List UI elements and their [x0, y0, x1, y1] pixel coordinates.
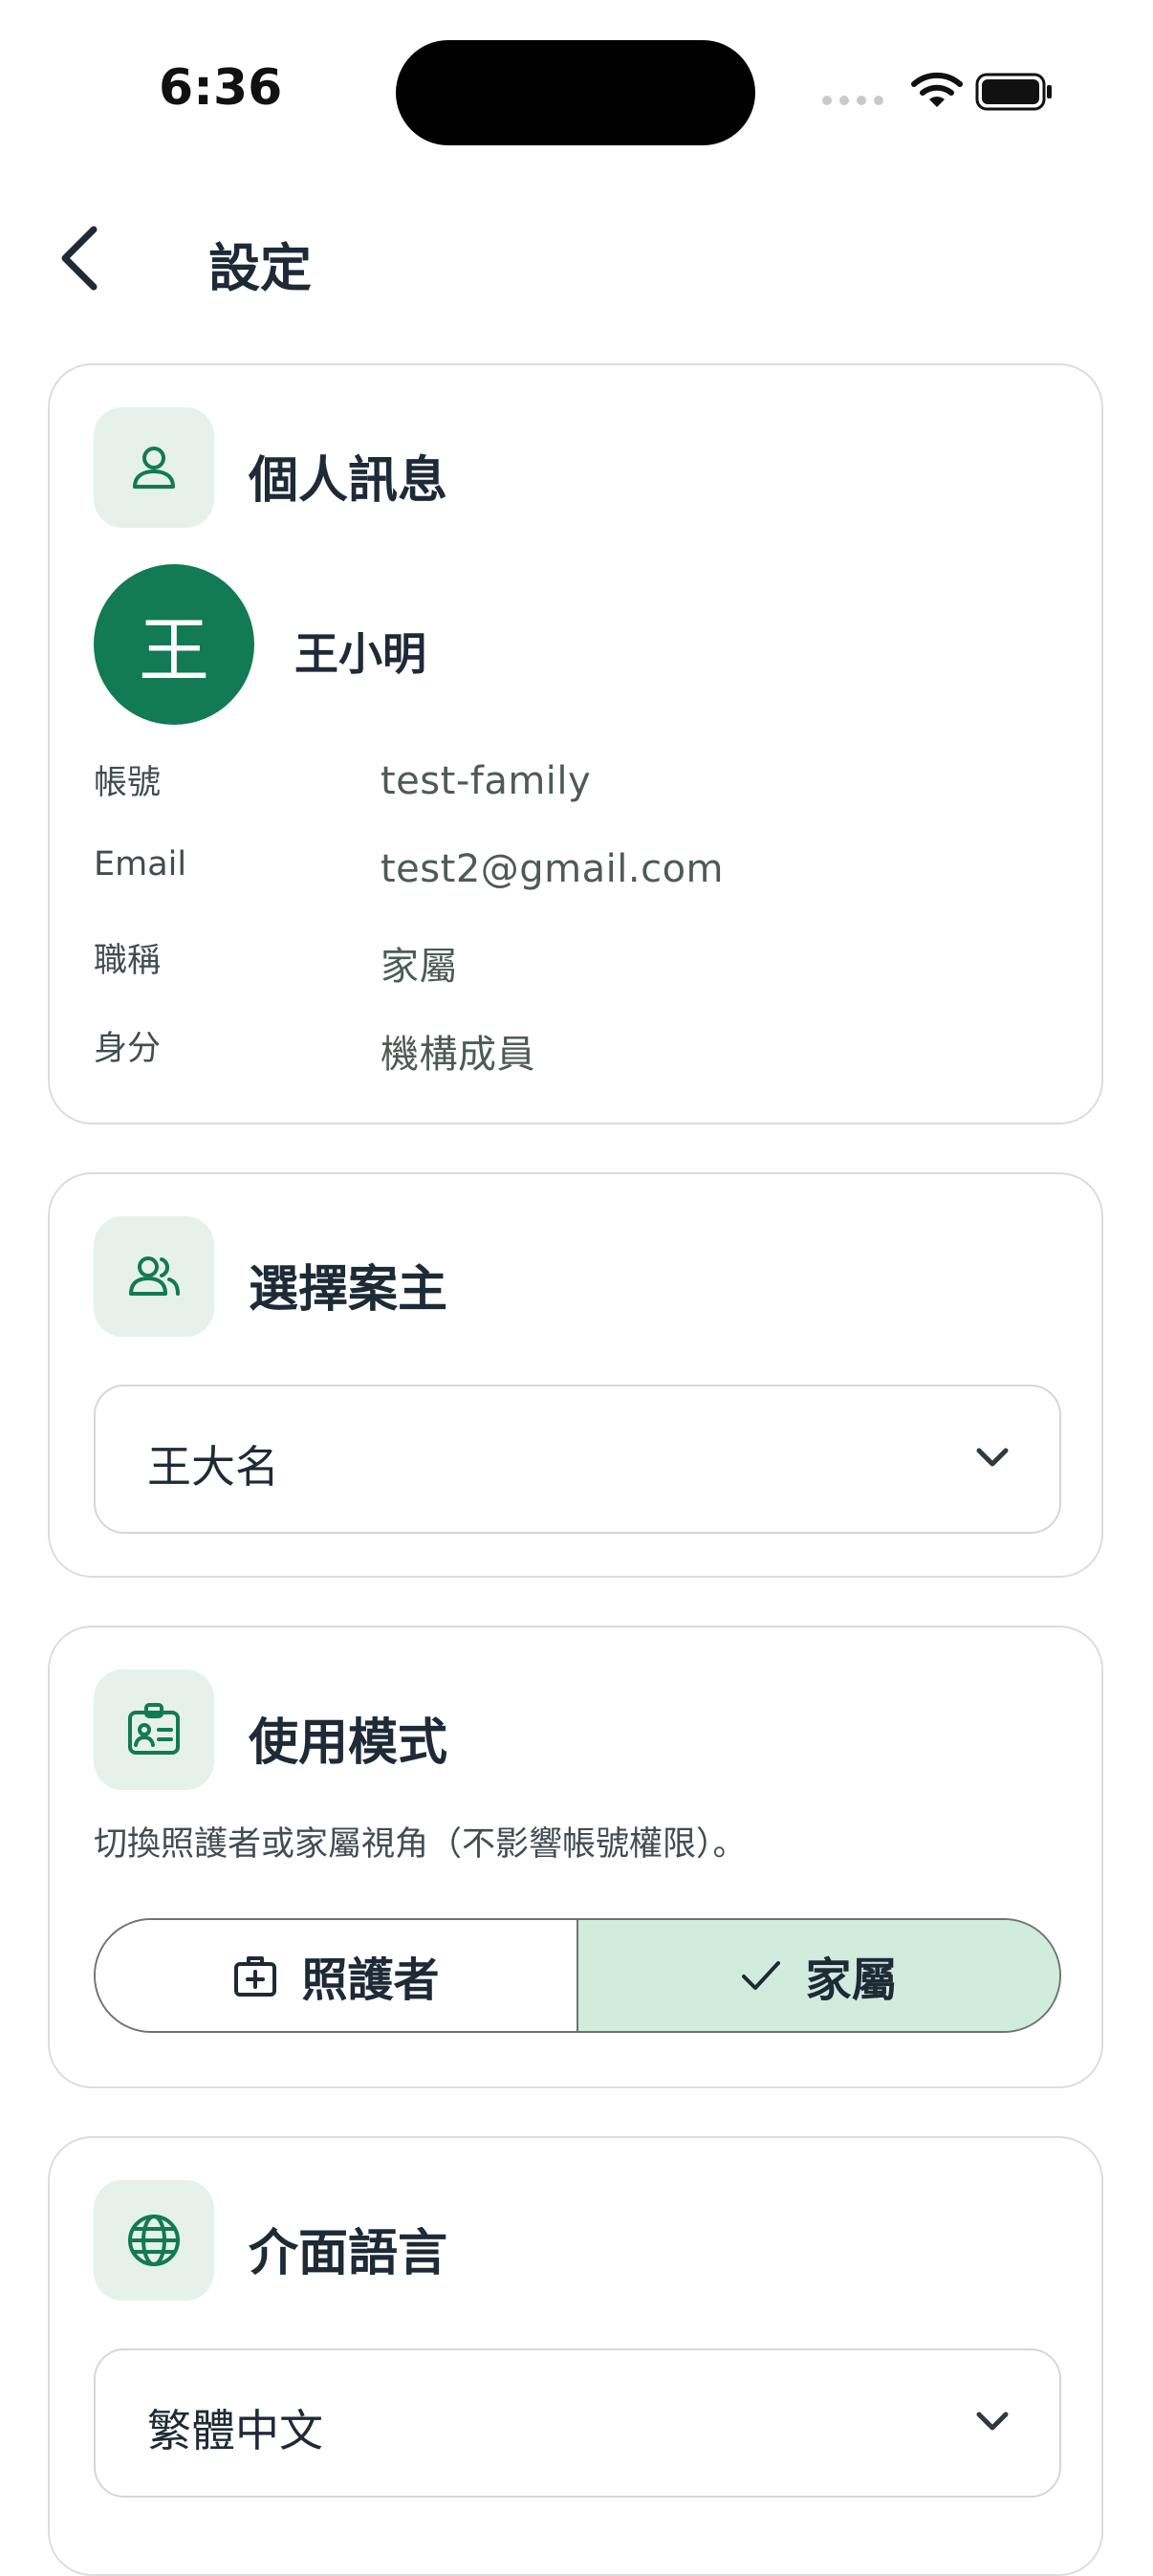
dynamic-island [396, 40, 755, 145]
chevron-down-icon [976, 2412, 1009, 2431]
email-label: Email [94, 845, 187, 884]
language-select-value: 繁體中文 [147, 2405, 323, 2456]
mode-option-caregiver-label: 照護者 [301, 1954, 440, 2007]
client-select[interactable]: 王大名 [94, 1385, 1061, 1534]
job-title-label: 職稱 [94, 942, 162, 980]
chevron-down-icon [976, 1448, 1009, 1467]
client-select-value: 王大名 [147, 1441, 279, 1493]
language-card: 介面語言 繁體中文 [48, 2136, 1103, 2576]
mode-option-caregiver[interactable]: 照護者 [96, 1920, 578, 2031]
users-icon [94, 1216, 214, 1337]
account-label: 帳號 [94, 764, 162, 802]
check-icon [742, 1961, 781, 1990]
chevron-left-icon [61, 226, 98, 291]
identity-label: 身分 [94, 1030, 162, 1068]
identity-value: 機構成員 [381, 1033, 535, 1077]
mode-description: 切換照護者或家屬視角（不影響帳號權限）。 [94, 1825, 747, 1864]
profile-name: 王小明 [294, 628, 426, 680]
account-value: test-family [381, 759, 592, 803]
user-icon [94, 407, 214, 528]
wifi-icon [911, 72, 963, 107]
language-section-title: 介面語言 [249, 2225, 448, 2282]
profile-section-title: 個人訊息 [249, 452, 448, 510]
page-title: 設定 [208, 238, 312, 298]
globe-icon [94, 2180, 214, 2301]
language-select[interactable]: 繁體中文 [94, 2348, 1061, 2498]
mode-option-family[interactable]: 家屬 [578, 1920, 1059, 2031]
medical-bag-icon [234, 1956, 277, 1997]
mode-segmented-control: 照護者 家屬 [94, 1918, 1061, 2033]
job-title-value: 家屬 [381, 945, 458, 989]
client-card: 選擇案主 王大名 [48, 1172, 1103, 1578]
mode-section-title: 使用模式 [249, 1714, 448, 1772]
client-section-title: 選擇案主 [249, 1261, 448, 1319]
mode-option-family-label: 家屬 [805, 1954, 898, 2007]
profile-card: 個人訊息 王 王小明 帳號 test-family Email test2@gm… [48, 363, 1103, 1124]
email-value: test2@gmail.com [381, 847, 725, 891]
back-button[interactable] [52, 222, 109, 295]
mode-card: 使用模式 切換照護者或家屬視角（不影響帳號權限）。 照護者 家屬 [48, 1626, 1103, 2088]
battery-icon [975, 73, 1052, 111]
status-time: 6:36 [159, 59, 283, 117]
id-badge-icon [94, 1670, 214, 1790]
avatar: 王 [94, 564, 254, 725]
cellular-signal-icon [822, 96, 883, 105]
